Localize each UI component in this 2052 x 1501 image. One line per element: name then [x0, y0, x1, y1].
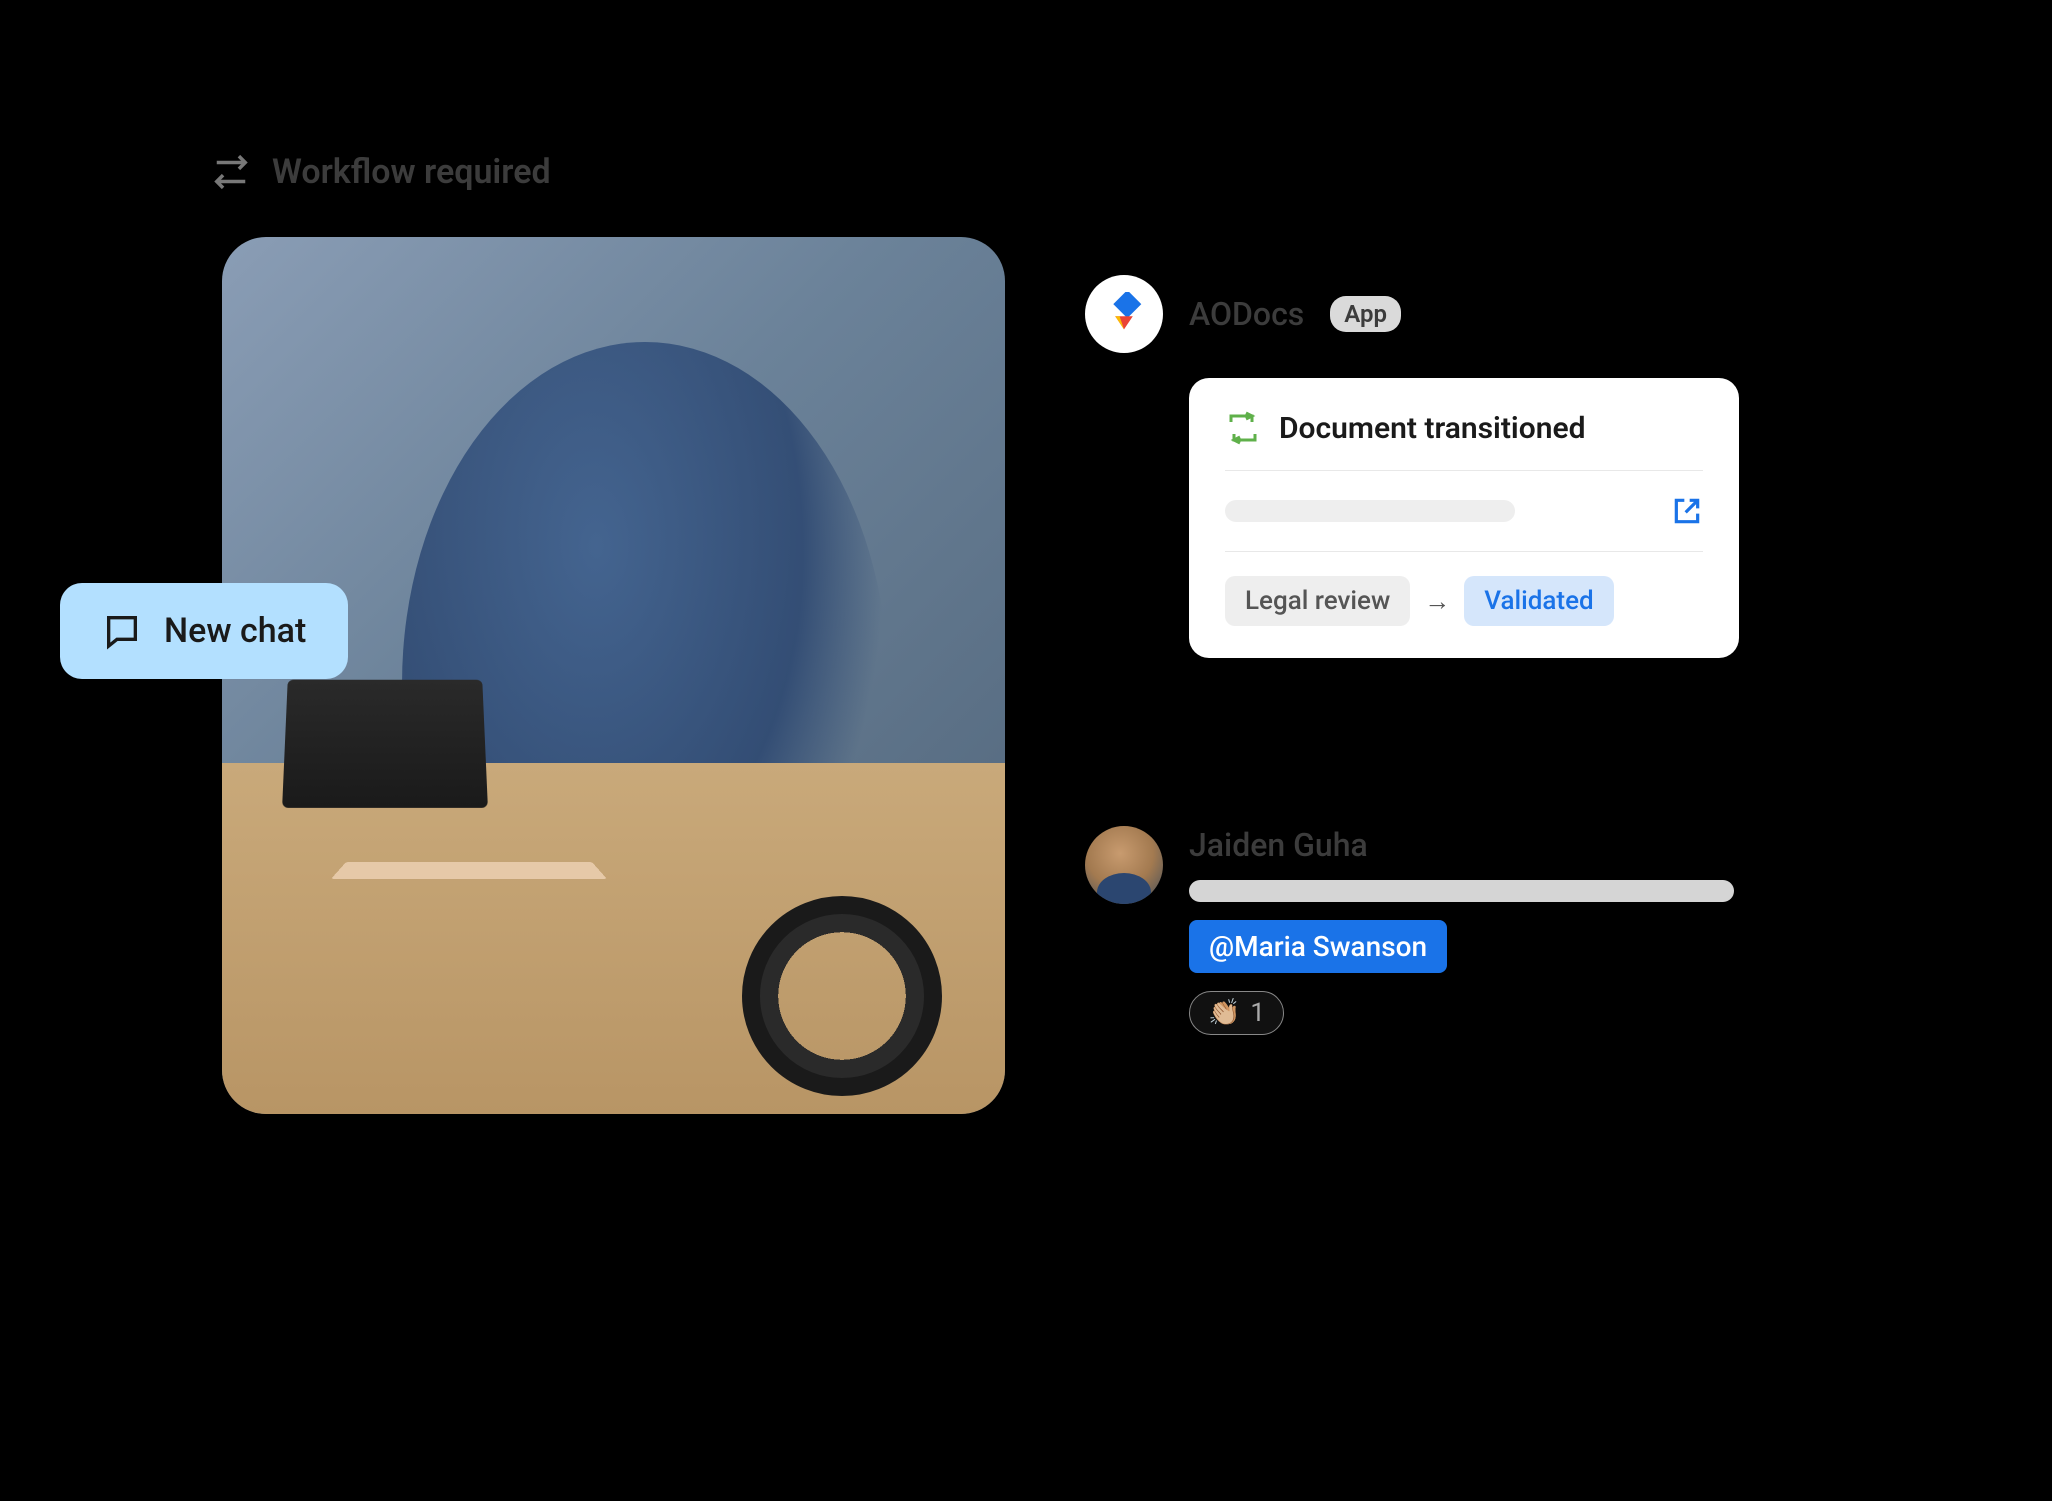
workflow-title: Workflow required: [272, 152, 551, 192]
new-chat-label: New chat: [164, 611, 306, 651]
mention-chip[interactable]: @Maria Swanson: [1189, 920, 1447, 973]
chat-bubble-icon: [102, 611, 142, 651]
workflow-header: Workflow required: [212, 152, 551, 192]
aodocs-app-header: AODocs App: [1085, 275, 1401, 353]
document-name-placeholder: [1225, 500, 1515, 522]
status-to: Validated: [1464, 576, 1613, 626]
hero-photo: [222, 237, 1005, 1114]
card-title: Document transitioned: [1279, 411, 1586, 446]
app-badge: App: [1330, 296, 1401, 332]
clap-emoji-icon: 👏🏼: [1208, 998, 1240, 1028]
status-transition: Legal review → Validated: [1225, 552, 1703, 626]
aodocs-avatar: [1085, 275, 1163, 353]
chat-workflow-showcase: Workflow required New chat: [0, 0, 2052, 1501]
card-middle: [1225, 471, 1703, 552]
aodocs-name: AODocs: [1189, 295, 1304, 333]
user-avatar[interactable]: [1085, 826, 1163, 904]
repeat-icon: [212, 153, 250, 191]
open-external-icon[interactable]: [1671, 495, 1703, 527]
status-from: Legal review: [1225, 576, 1410, 626]
card-header: Document transitioned: [1225, 410, 1703, 471]
new-chat-button[interactable]: New chat: [60, 583, 348, 679]
document-transitioned-card[interactable]: Document transitioned Legal review → Val…: [1189, 378, 1739, 658]
arrow-right-icon: →: [1424, 586, 1450, 617]
message-body: Jaiden Guha @Maria Swanson 👏🏼 1: [1189, 826, 1734, 1035]
hero-photo-content: [222, 237, 1005, 1114]
user-name: Jaiden Guha: [1189, 826, 1734, 864]
transition-arrow-icon: [1225, 410, 1261, 446]
aodocs-logo-icon: [1102, 292, 1146, 336]
reaction-pill[interactable]: 👏🏼 1: [1189, 991, 1284, 1035]
message-text-placeholder: [1189, 880, 1734, 902]
user-message: Jaiden Guha @Maria Swanson 👏🏼 1: [1085, 826, 1734, 1035]
reaction-count: 1: [1250, 998, 1265, 1028]
